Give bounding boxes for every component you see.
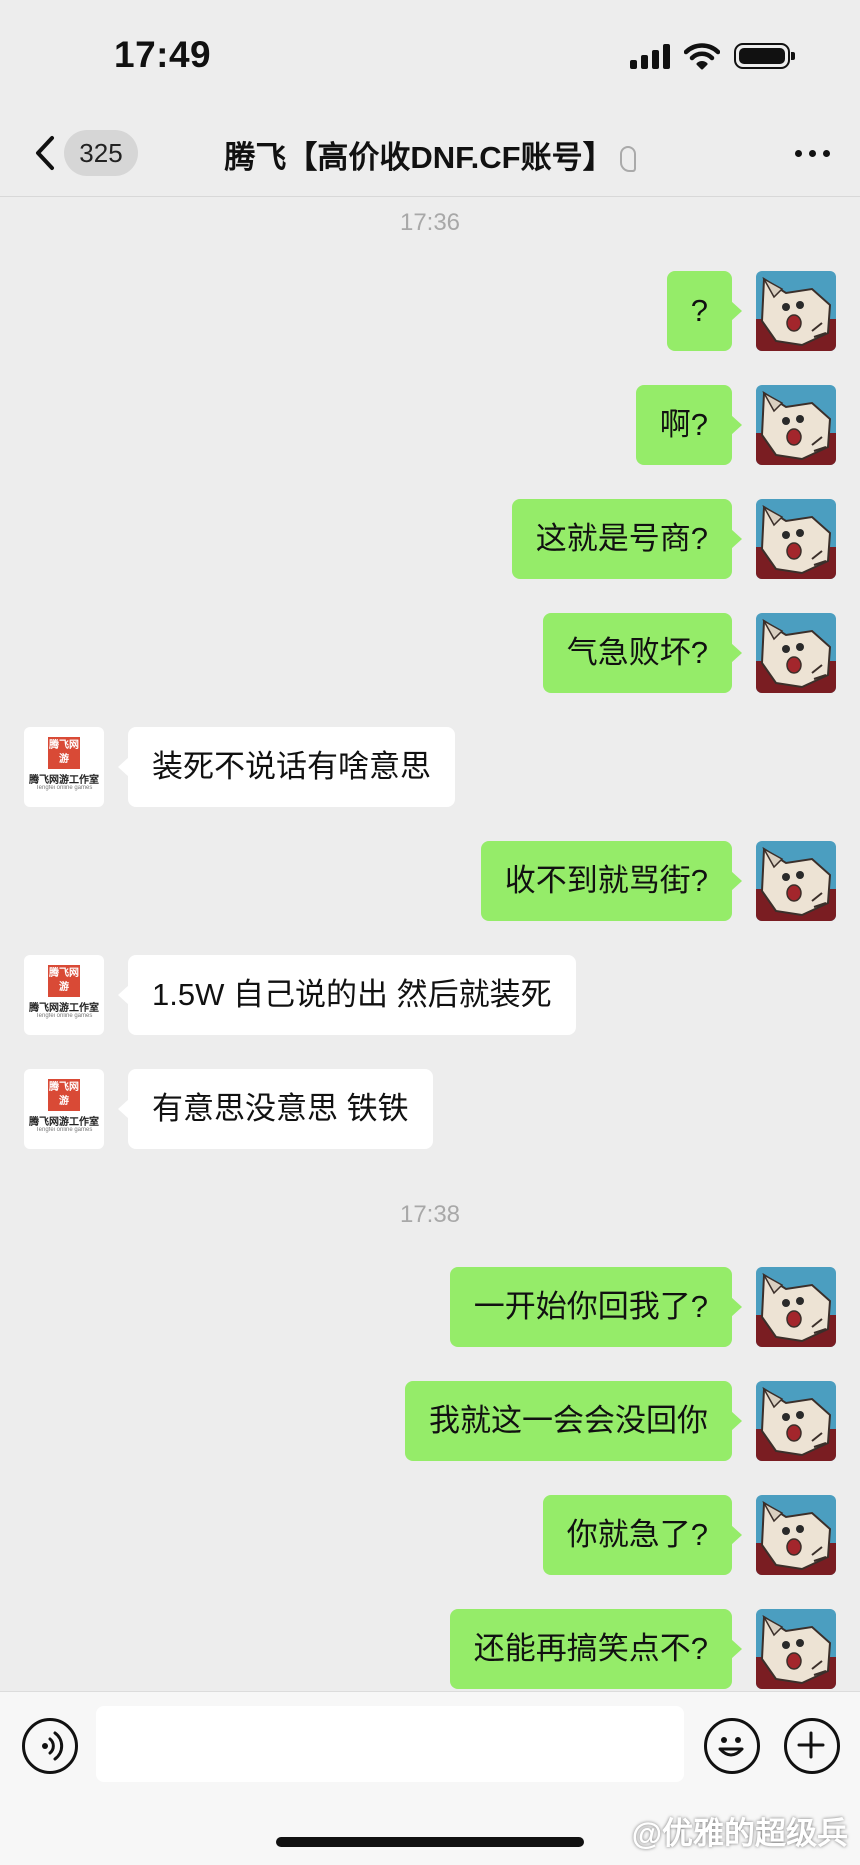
emoji-icon[interactable] bbox=[704, 1718, 760, 1774]
status-bar: 17:49 bbox=[0, 0, 860, 110]
sent-message: ? bbox=[0, 271, 860, 351]
status-time: 17:49 bbox=[114, 34, 212, 75]
sent-message: 气急败坏? bbox=[0, 613, 860, 693]
voice-icon[interactable] bbox=[22, 1718, 78, 1774]
message-bubble[interactable]: 1.5W 自己说的出 然后就装死 bbox=[118, 955, 576, 1035]
contact-logo-subtitle: Tengfei online games bbox=[35, 1013, 93, 1019]
contact-logo-subtitle: Tengfei online games bbox=[35, 1127, 93, 1133]
back-chevron-icon[interactable] bbox=[26, 130, 66, 176]
chat-title-text: 腾飞【高价收DNF.CF账号】 bbox=[224, 140, 614, 175]
message-bubble[interactable]: 这就是号商? bbox=[511, 499, 743, 579]
received-message: 腾飞网游 腾飞网游工作室 Tengfei online games 有意思没意思 铁铁 bbox=[0, 1069, 860, 1149]
message-bubble[interactable]: 啊? bbox=[635, 385, 743, 465]
message-list[interactable]: 17:36? 啊? 这就是号商? 气急败坏? 腾飞网游 腾飞网游工作室 Tengfei on… bbox=[0, 197, 860, 1691]
my-avatar[interactable] bbox=[756, 1267, 836, 1347]
contact-logo-badge: 腾飞网游 bbox=[48, 1079, 80, 1111]
message-bubble[interactable]: 有意思没意思 铁铁 bbox=[118, 1069, 433, 1149]
watermark: @优雅的超级兵 bbox=[631, 1816, 848, 1851]
my-avatar[interactable] bbox=[756, 1381, 836, 1461]
contact-avatar[interactable]: 腾飞网游腾飞网游工作室 Tengfei online games bbox=[24, 1069, 104, 1149]
status-icons bbox=[630, 42, 795, 70]
message-bubble[interactable]: 装死不说话有啥意思 bbox=[118, 727, 455, 807]
message-bubble[interactable]: ? bbox=[666, 271, 743, 351]
sent-message: 啊? bbox=[0, 385, 860, 465]
contact-logo-subtitle: Tengfei online games bbox=[35, 785, 93, 791]
contact-avatar[interactable]: 腾飞网游腾飞网游工作室 Tengfei online games bbox=[24, 955, 104, 1035]
sent-message: 你就急了? bbox=[0, 1495, 860, 1575]
message-bubble[interactable]: 气急败坏? bbox=[542, 613, 743, 693]
contact-logo-name: 腾飞网游工作室 bbox=[29, 775, 99, 786]
sent-message: 这就是号商? bbox=[0, 499, 860, 579]
my-avatar[interactable] bbox=[756, 385, 836, 465]
signal-icon bbox=[630, 43, 670, 69]
sent-message: 一开始你回我了? bbox=[0, 1267, 860, 1347]
sent-message: 收不到就骂街? bbox=[0, 841, 860, 921]
contact-logo-name: 腾飞网游工作室 bbox=[29, 1003, 99, 1014]
wifi-icon bbox=[684, 43, 720, 70]
message-timestamp: 17:38 bbox=[399, 1201, 461, 1228]
message-bubble[interactable]: 收不到就骂街? bbox=[480, 841, 743, 921]
chat-header: 325 腾飞【高价收DNF.CF账号】 bbox=[0, 110, 860, 197]
message-bubble[interactable]: 还能再搞笑点不? bbox=[449, 1609, 743, 1689]
chat-title: 腾飞【高价收DNF.CF账号】 bbox=[160, 132, 700, 177]
my-avatar[interactable] bbox=[756, 613, 836, 693]
contact-avatar[interactable]: 腾飞网游腾飞网游工作室 Tengfei online games bbox=[24, 727, 104, 807]
received-message: 腾飞网游 腾飞网游工作室 Tengfei online games 1.5W 自己说的… bbox=[0, 955, 860, 1035]
contact-logo-badge: 腾飞网游 bbox=[48, 737, 80, 769]
my-avatar[interactable] bbox=[756, 1495, 836, 1575]
ear-icon bbox=[619, 146, 636, 172]
my-avatar[interactable] bbox=[756, 499, 836, 579]
contact-logo-badge: 腾飞网游 bbox=[48, 965, 80, 997]
my-avatar[interactable] bbox=[756, 1609, 836, 1689]
message-timestamp: 17:36 bbox=[399, 209, 461, 236]
more-icon[interactable] bbox=[795, 150, 830, 157]
battery-icon bbox=[734, 43, 795, 69]
plus-icon[interactable] bbox=[784, 1718, 840, 1774]
message-bubble[interactable]: 你就急了? bbox=[542, 1495, 743, 1575]
sent-message: 还能再搞笑点不? bbox=[0, 1609, 860, 1689]
input-bar: @优雅的超级兵 bbox=[0, 1691, 860, 1865]
message-bubble[interactable]: 一开始你回我了? bbox=[449, 1267, 743, 1347]
my-avatar[interactable] bbox=[756, 841, 836, 921]
contact-logo-name: 腾飞网游工作室 bbox=[29, 1117, 99, 1128]
received-message: 腾飞网游 腾飞网游工作室 Tengfei online games 装死不说话有啥意思 bbox=[0, 727, 860, 807]
my-avatar[interactable] bbox=[756, 271, 836, 351]
message-bubble[interactable]: 我就这一会会没回你 bbox=[405, 1381, 742, 1461]
sent-message: 我就这一会会没回你 bbox=[0, 1381, 860, 1461]
message-input[interactable] bbox=[96, 1706, 684, 1782]
unread-count-badge[interactable]: 325 bbox=[64, 130, 138, 176]
home-indicator bbox=[276, 1837, 584, 1847]
